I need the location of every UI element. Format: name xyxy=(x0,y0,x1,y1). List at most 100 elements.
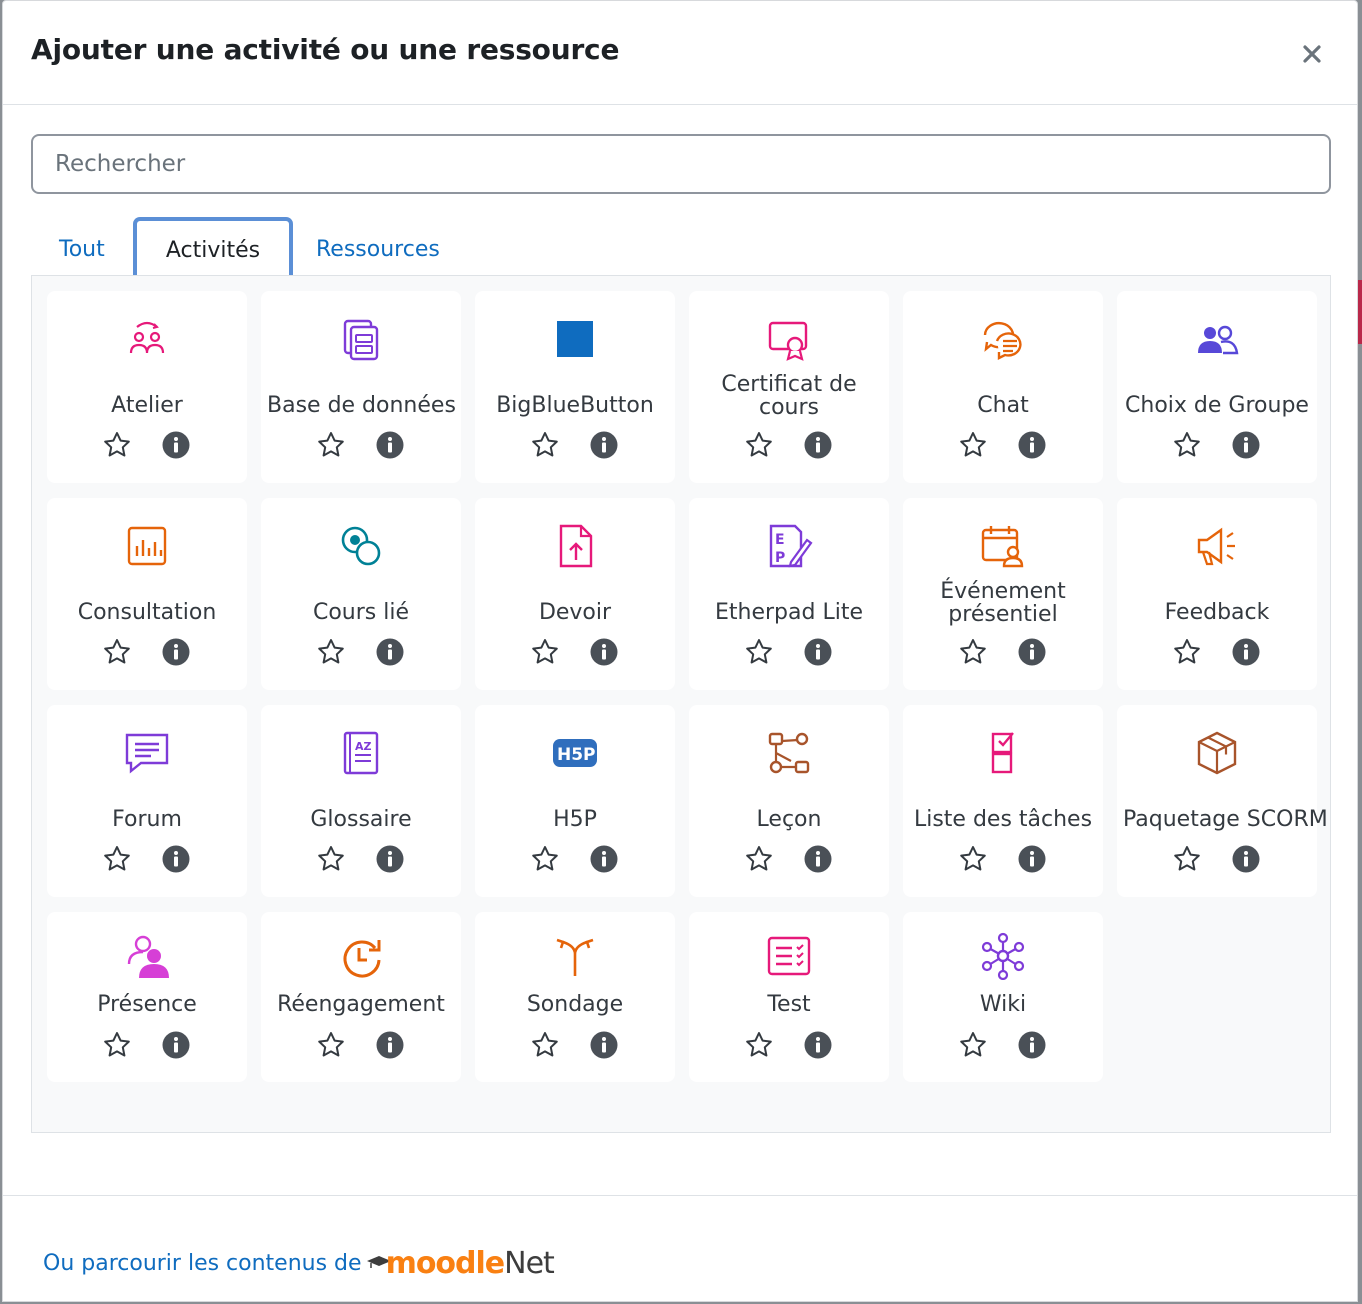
info-icon[interactable] xyxy=(801,1028,835,1062)
star-icon[interactable] xyxy=(1170,428,1204,462)
info-icon[interactable] xyxy=(373,428,407,462)
activity-card[interactable]: Cours lié xyxy=(261,498,461,690)
star-icon[interactable] xyxy=(314,635,348,669)
activity-card[interactable]: Leçon xyxy=(689,705,889,897)
star-icon[interactable] xyxy=(742,842,776,876)
activity-card[interactable]: Certificat de cours xyxy=(689,291,889,483)
info-icon[interactable] xyxy=(373,842,407,876)
info-icon[interactable] xyxy=(587,1028,621,1062)
star-icon[interactable] xyxy=(1170,842,1204,876)
certificate-icon xyxy=(765,315,813,363)
star-icon[interactable] xyxy=(314,428,348,462)
chat-icon xyxy=(979,315,1027,363)
activity-card[interactable]: AZ Glossaire xyxy=(261,705,461,897)
activity-card[interactable]: Sondage xyxy=(475,912,675,1082)
close-button[interactable] xyxy=(1297,39,1327,69)
svg-text:E: E xyxy=(775,532,785,548)
h5p-icon: H5P xyxy=(551,729,599,777)
lesson-icon xyxy=(765,729,813,777)
info-icon[interactable] xyxy=(1229,428,1263,462)
activity-card[interactable]: Paquetage SCORM xyxy=(1117,705,1328,897)
info-icon[interactable] xyxy=(1229,842,1263,876)
activity-card[interactable]: Présence xyxy=(47,912,247,1082)
quiz-icon xyxy=(765,932,813,980)
star-icon[interactable] xyxy=(956,1028,990,1062)
activity-label: Certificat de cours xyxy=(721,372,857,420)
activity-card[interactable]: Réengagement xyxy=(261,912,461,1082)
activity-card[interactable]: Atelier xyxy=(47,291,247,483)
activity-card[interactable]: Choix de Groupe xyxy=(1117,291,1317,483)
modal-footer: Ou parcourir les contenus de moodle Net xyxy=(3,1195,1357,1304)
activity-card[interactable]: Forum xyxy=(47,705,247,897)
info-icon[interactable] xyxy=(159,428,193,462)
star-icon[interactable] xyxy=(528,428,562,462)
activity-label: Forum xyxy=(112,807,182,832)
info-icon[interactable] xyxy=(373,635,407,669)
info-icon[interactable] xyxy=(1015,635,1049,669)
activity-label: Atelier xyxy=(111,393,183,418)
activity-label: Cours lié xyxy=(312,600,410,625)
info-icon[interactable] xyxy=(801,635,835,669)
activity-card[interactable]: Devoir xyxy=(475,498,675,690)
activity-card[interactable]: Test xyxy=(689,912,889,1082)
info-icon[interactable] xyxy=(587,842,621,876)
star-icon[interactable] xyxy=(528,1028,562,1062)
tab-all[interactable]: Tout xyxy=(59,217,105,277)
star-icon[interactable] xyxy=(100,635,134,669)
activity-label: Sondage xyxy=(526,992,624,1017)
search-input[interactable] xyxy=(31,134,1331,194)
activity-card[interactable]: BigBlueButton xyxy=(475,291,675,483)
svg-text:AZ: AZ xyxy=(355,740,372,753)
info-icon[interactable] xyxy=(587,635,621,669)
activity-card[interactable]: Wiki xyxy=(903,912,1103,1082)
activity-label: H5P xyxy=(553,807,597,832)
star-icon[interactable] xyxy=(742,635,776,669)
star-icon[interactable] xyxy=(1170,635,1204,669)
activity-card[interactable]: Chat xyxy=(903,291,1103,483)
info-icon[interactable] xyxy=(373,1028,407,1062)
info-icon[interactable] xyxy=(1015,842,1049,876)
glossary-icon: AZ xyxy=(337,729,385,777)
info-icon[interactable] xyxy=(1015,1028,1049,1062)
activity-label: Choix de Groupe xyxy=(1125,393,1309,418)
activity-card[interactable]: E P Etherpad Lite xyxy=(689,498,889,690)
face-to-face-icon xyxy=(979,522,1027,570)
background-strip xyxy=(1358,280,1362,344)
activity-card[interactable]: Consultation xyxy=(47,498,247,690)
activity-card[interactable]: Feedback xyxy=(1117,498,1317,690)
star-icon[interactable] xyxy=(314,842,348,876)
star-icon[interactable] xyxy=(100,428,134,462)
star-icon[interactable] xyxy=(742,428,776,462)
modal-title: Ajouter une activité ou une ressource xyxy=(31,33,620,66)
info-icon[interactable] xyxy=(801,428,835,462)
star-icon[interactable] xyxy=(956,842,990,876)
info-icon[interactable] xyxy=(159,1028,193,1062)
star-icon[interactable] xyxy=(100,1028,134,1062)
star-icon[interactable] xyxy=(528,842,562,876)
info-icon[interactable] xyxy=(1015,428,1049,462)
activity-card[interactable]: Liste des tâches xyxy=(903,705,1103,897)
moodlenet-link[interactable]: Ou parcourir les contenus de moodle Net xyxy=(43,1246,555,1281)
workshop-icon xyxy=(123,315,171,363)
tab-resources[interactable]: Ressources xyxy=(316,217,440,277)
activity-card[interactable]: Événement présentiel xyxy=(903,498,1103,690)
info-icon[interactable] xyxy=(801,842,835,876)
info-icon[interactable] xyxy=(159,635,193,669)
star-icon[interactable] xyxy=(100,842,134,876)
activity-label: Événement présentiel xyxy=(940,579,1066,627)
info-icon[interactable] xyxy=(587,428,621,462)
star-icon[interactable] xyxy=(956,635,990,669)
info-icon[interactable] xyxy=(159,842,193,876)
scorm-icon xyxy=(1193,729,1241,777)
modal-header: Ajouter une activité ou une ressource xyxy=(3,1,1357,105)
activity-card[interactable]: Base de données xyxy=(261,291,461,483)
star-icon[interactable] xyxy=(528,635,562,669)
star-icon[interactable] xyxy=(314,1028,348,1062)
linked-course-icon xyxy=(337,522,385,570)
tab-activities[interactable]: Activités xyxy=(133,217,293,277)
activity-label: Feedback xyxy=(1164,600,1270,625)
star-icon[interactable] xyxy=(742,1028,776,1062)
star-icon[interactable] xyxy=(956,428,990,462)
info-icon[interactable] xyxy=(1229,635,1263,669)
activity-card[interactable]: H5P H5P xyxy=(475,705,675,897)
